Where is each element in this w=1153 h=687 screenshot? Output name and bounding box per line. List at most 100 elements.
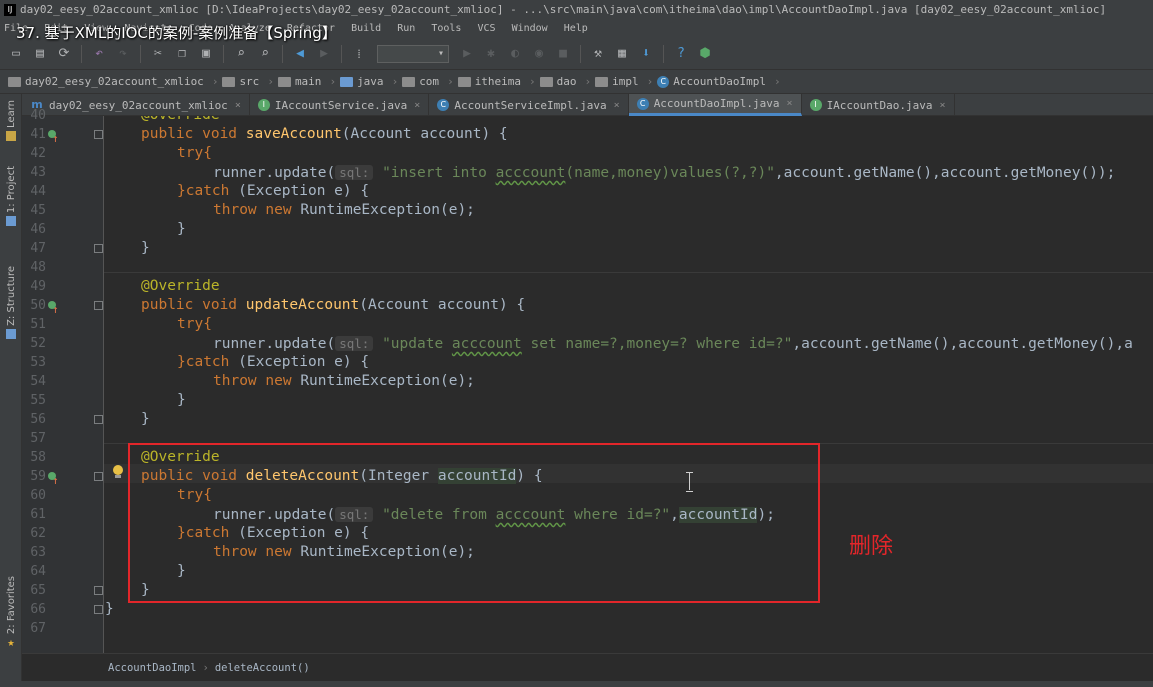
line-number: 65 — [30, 583, 46, 598]
breadcrumb-dao[interactable]: dao › — [539, 75, 596, 88]
code-line-55: } — [177, 392, 186, 408]
menu-vcs[interactable]: VCS — [477, 23, 495, 34]
method-separator — [104, 272, 1153, 273]
fold-marker-icon[interactable] — [94, 472, 103, 481]
sidebar-tab-project[interactable]: 1: Project — [0, 166, 22, 227]
help-icon[interactable]: ? — [671, 44, 691, 64]
menu-build[interactable]: Build — [351, 23, 381, 34]
stop-icon[interactable]: ■ — [553, 44, 573, 64]
code-line-52: runner.update(sql: "update acccount set … — [213, 336, 1133, 352]
fold-marker-icon[interactable] — [94, 130, 103, 139]
class-icon: C — [636, 97, 649, 110]
open-folder-icon[interactable]: ▭ — [6, 44, 26, 64]
source-folder-icon — [340, 76, 354, 87]
package-icon — [402, 76, 416, 87]
forward-icon[interactable]: ▶ — [314, 44, 334, 64]
breadcrumb-java[interactable]: java › — [340, 75, 402, 88]
breadcrumb-class[interactable]: C AccountDaoImpl › — [657, 75, 784, 88]
sidebar-tab-learn[interactable]: Learn — [0, 100, 22, 141]
redo-icon[interactable]: ↷ — [113, 44, 133, 64]
toolbar-divider — [282, 44, 283, 63]
toolbar-divider — [663, 44, 664, 63]
sidebar-tab-favorites[interactable]: 2: Favorites ★ — [0, 576, 22, 650]
breadcrumb-src[interactable]: src › — [222, 75, 278, 88]
menu-tools[interactable]: Tools — [431, 23, 461, 34]
status-method[interactable]: deleteAccount() — [215, 662, 310, 674]
breadcrumb-main[interactable]: main › — [277, 75, 340, 88]
back-icon[interactable]: ◀ — [290, 44, 310, 64]
profile-icon[interactable]: ◉ — [529, 44, 549, 64]
line-number: 43 — [30, 165, 46, 180]
close-icon[interactable]: × — [787, 98, 793, 109]
line-number: 44 — [30, 184, 46, 199]
parameter-hint: sql: — [335, 165, 374, 180]
close-icon[interactable]: × — [940, 100, 946, 111]
toolbar-divider — [580, 44, 581, 63]
fold-marker-icon[interactable] — [94, 586, 103, 595]
window-title: day02_eesy_02account_xmlioc [D:\IdeaProj… — [20, 3, 1107, 16]
menu-window[interactable]: Window — [512, 23, 548, 34]
fold-marker-icon[interactable] — [94, 415, 103, 424]
line-number: 41 — [30, 127, 46, 142]
code-line-43: runner.update(sql: "insert into acccount… — [213, 165, 1116, 181]
breadcrumb-impl[interactable]: impl › — [595, 75, 657, 88]
folder-icon — [222, 76, 236, 87]
code-line-46: } — [177, 221, 186, 237]
build-icon[interactable]: ⁞ — [349, 44, 369, 64]
run-icon[interactable]: ▶ — [457, 44, 477, 64]
fold-marker-icon[interactable] — [94, 605, 103, 614]
line-number: 47 — [30, 241, 46, 256]
undo-icon[interactable]: ↶ — [89, 44, 109, 64]
menu-help[interactable]: Help — [564, 23, 588, 34]
save-all-icon[interactable]: ▤ — [30, 44, 50, 64]
breadcrumb-project[interactable]: day02_eesy_02account_xmlioc › — [8, 75, 222, 88]
sync-icon[interactable]: ⟳ — [54, 44, 74, 64]
run-configuration-select[interactable] — [377, 44, 449, 63]
line-number: 54 — [30, 374, 46, 389]
tab-iaccountservice[interactable]: I IAccountService.java × — [250, 94, 430, 116]
copy-icon[interactable]: ❐ — [172, 44, 192, 64]
class-icon: C — [437, 99, 450, 111]
close-icon[interactable]: × — [414, 100, 420, 111]
package-icon — [595, 76, 609, 87]
line-number: 40 — [30, 108, 46, 123]
fold-marker-icon[interactable] — [94, 244, 103, 253]
tab-iaccountdao[interactable]: I IAccountDao.java × — [802, 94, 955, 116]
sdk-icon[interactable]: ⬇ — [636, 44, 656, 64]
line-number: 62 — [30, 526, 46, 541]
close-icon[interactable]: × — [235, 100, 241, 111]
interface-icon: I — [809, 99, 822, 111]
tab-accountserviceimpl[interactable]: C AccountServiceImpl.java × — [429, 94, 629, 116]
find-icon[interactable]: ⌕ — [231, 44, 251, 64]
menu-run[interactable]: Run — [397, 23, 415, 34]
delete-annotation-label: 删除 — [849, 534, 894, 559]
close-icon[interactable]: × — [614, 100, 620, 111]
line-number: 45 — [30, 203, 46, 218]
settings-icon[interactable]: ⚒ — [588, 44, 608, 64]
editor-tabs: m day02_eesy_02account_xmlioc × I IAccountS… — [22, 94, 1153, 116]
plugin-icon[interactable]: ⬢ — [695, 44, 715, 64]
fold-marker-icon[interactable] — [94, 301, 103, 310]
status-class[interactable]: AccountDaoImpl — [108, 662, 197, 674]
code-line-53: }catch (Exception e) { — [177, 354, 370, 370]
package-icon — [457, 76, 471, 87]
cut-icon[interactable]: ✂ — [148, 44, 168, 64]
sidebar-tab-structure[interactable]: Z: Structure — [0, 266, 22, 339]
star-icon: ★ — [7, 635, 15, 650]
code-line-50: public void updateAccount(Account accoun… — [141, 297, 526, 313]
breadcrumb-itheima[interactable]: itheima › — [457, 75, 540, 88]
tab-accountdaoimpl[interactable]: C AccountDaoImpl.java × — [628, 94, 802, 116]
code-line-40: @Override — [141, 116, 220, 125]
code-line-47: } — [141, 240, 150, 256]
replace-icon[interactable]: ⌕ — [255, 44, 275, 64]
learn-icon — [6, 130, 16, 141]
line-number: 48 — [30, 260, 46, 275]
debug-icon[interactable]: ✱ — [481, 44, 501, 64]
paste-icon[interactable]: ▣ — [196, 44, 216, 64]
breadcrumb-com[interactable]: com › — [402, 75, 458, 88]
project-icon — [6, 216, 16, 227]
intention-bulb-icon[interactable] — [112, 465, 124, 479]
coverage-icon[interactable]: ◐ — [505, 44, 525, 64]
folder-icon — [8, 76, 21, 87]
project-structure-icon[interactable]: ▦ — [612, 44, 632, 64]
